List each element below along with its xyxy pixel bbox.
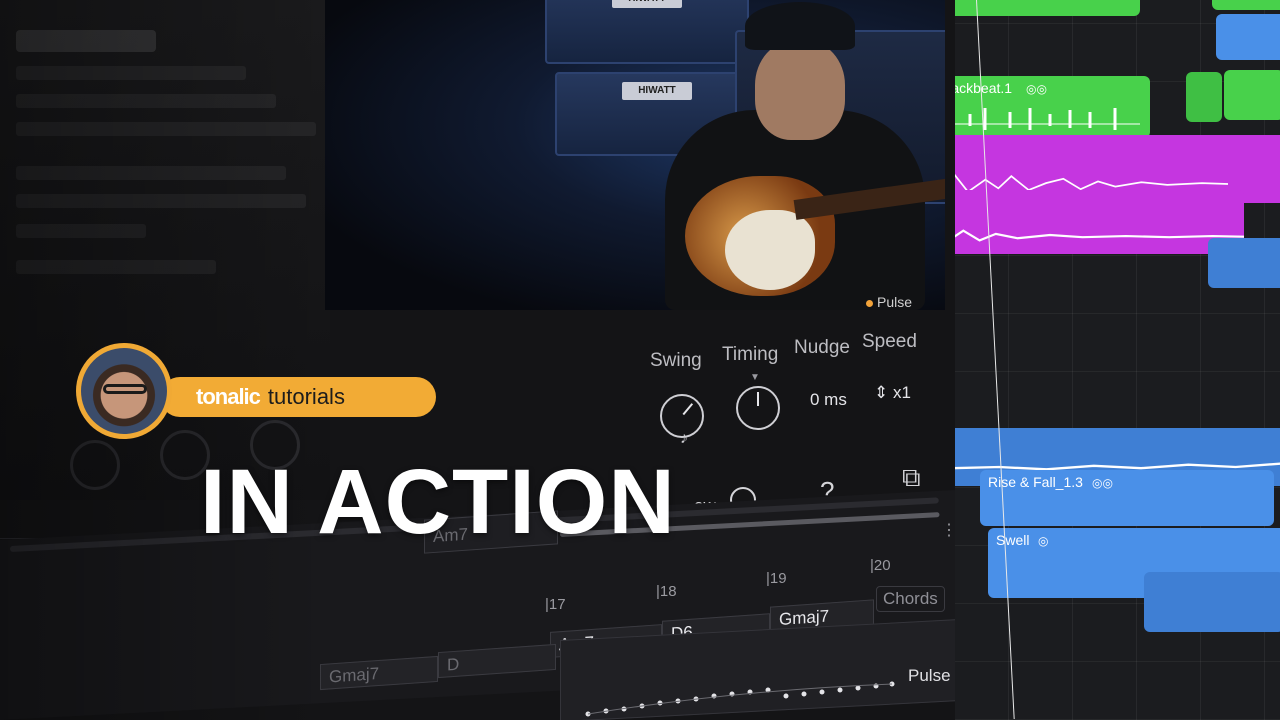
speed-value[interactable]: ⇕ x1: [874, 383, 911, 403]
video-preview[interactable]: HIWATT HIWATT: [325, 0, 945, 310]
clip-green-top-2[interactable]: [1212, 0, 1280, 10]
pulse-indicator-label: Pulse: [877, 294, 913, 310]
timing-label: Timing: [722, 344, 779, 365]
timing-knob-pointer: [757, 392, 759, 406]
loop-icon: ◎◎: [1092, 476, 1113, 490]
series-pill: tonalic tutorials: [160, 377, 436, 417]
swing-label: Swing: [650, 350, 702, 371]
clip-magenta-2-waveform: [920, 229, 1244, 243]
series-label: tutorials: [267, 384, 345, 409]
clip-magenta-2[interactable]: [914, 190, 1244, 254]
clip-blue-top-right[interactable]: [1216, 14, 1280, 60]
more-menu-icon[interactable]: ⋮: [941, 520, 955, 540]
amp-badge: HIWATT: [622, 82, 692, 100]
clip-green-right-2[interactable]: [1224, 70, 1280, 120]
presenter-face: [81, 348, 167, 434]
vignette: [0, 0, 330, 720]
speed-value-text: x1: [892, 383, 911, 402]
pulse-lane-label: Pulse: [908, 666, 951, 685]
chords-lane-tag[interactable]: Chords: [876, 586, 945, 612]
loop-icon: ◎◎: [1026, 82, 1047, 96]
presenter-avatar: [76, 343, 172, 439]
clip-rise-fall[interactable]: Rise & Fall_1.3 ◎◎: [980, 470, 1274, 526]
timing-knob[interactable]: [736, 386, 780, 430]
guitarist-head: [755, 40, 845, 140]
bar-number: |17: [545, 596, 566, 613]
pulse-curve: [585, 681, 895, 717]
amp-badge: HIWATT: [612, 0, 682, 8]
stepper-icon: ⇕: [874, 383, 889, 402]
guitar-pickguard: [725, 210, 815, 290]
note-icon: ♪: [680, 430, 688, 447]
guitarist-cap: [745, 2, 855, 50]
nudge-value[interactable]: 0 ms: [810, 390, 847, 410]
speed-label: Speed: [862, 331, 917, 352]
glasses-icon: [103, 384, 147, 394]
clip-blue-bottom[interactable]: [1144, 572, 1280, 632]
swing-knob-pointer: [682, 403, 694, 416]
bar-number: |18: [656, 583, 677, 600]
pulse-dot-icon: [866, 299, 873, 307]
clip-green-right[interactable]: [1186, 72, 1222, 122]
pulse-indicator[interactable]: Pulse: [866, 294, 912, 310]
clip-backbeat-waveform: [940, 108, 1140, 130]
brand-logo: tonalic: [196, 384, 261, 409]
amp-head-top: HIWATT: [545, 0, 749, 64]
timing-marker-icon: ▼: [750, 372, 760, 383]
nudge-label: Nudge: [794, 337, 850, 358]
panels-icon[interactable]: ⧉: [902, 462, 921, 494]
bar-number: |19: [766, 570, 787, 587]
bar-number: |20: [870, 557, 891, 574]
clip-backbeat[interactable]: Backbeat.1 ◎◎: [934, 76, 1150, 138]
loop-icon: ◎: [1038, 534, 1049, 548]
screen: Backbeat.1 ◎◎ Rise & Fall_1.3 ◎◎ Swell ◎…: [0, 0, 1280, 720]
clip-blue-right[interactable]: [1208, 238, 1280, 288]
headline-title: IN ACTION: [200, 451, 676, 553]
clip-swell-label: Swell: [996, 532, 1030, 548]
